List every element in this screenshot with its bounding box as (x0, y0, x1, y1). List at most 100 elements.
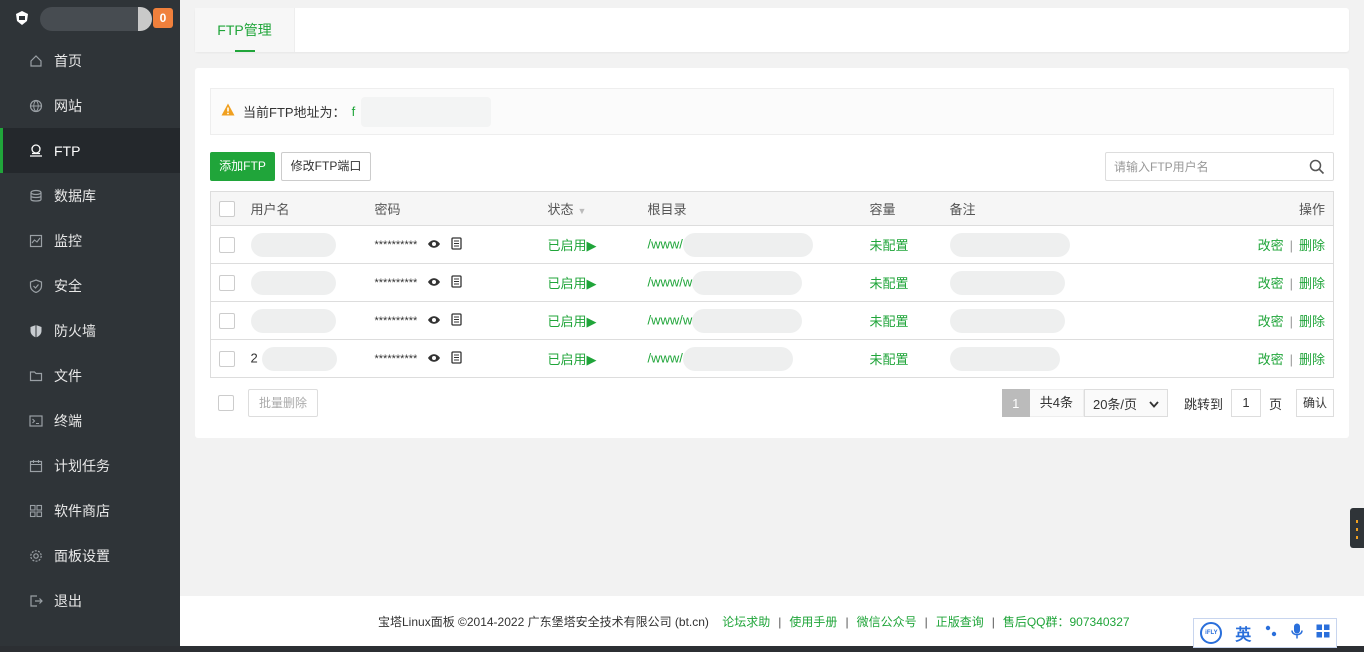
header-status[interactable]: 状态 ▼ (548, 192, 648, 226)
batch-select-checkbox[interactable] (218, 395, 234, 411)
batch-delete-button[interactable]: 批量删除 (248, 389, 318, 417)
sidebar-item-monitor[interactable]: 监控 (0, 218, 180, 263)
manual-link[interactable]: 使用手册 (789, 615, 837, 629)
delete-link[interactable]: 删除 (1299, 352, 1325, 367)
qq-group-link[interactable]: 售后QQ群：907340327 (1003, 615, 1130, 629)
page-size-value: 20条/页 (1092, 396, 1138, 412)
wechat-link[interactable]: 微信公众号 (857, 615, 917, 629)
jump-confirm-button[interactable]: 确认 (1296, 389, 1334, 417)
redacted-user (261, 346, 337, 371)
add-ftp-button[interactable]: 添加FTP (210, 152, 275, 181)
row-status[interactable]: 已启用▶ (548, 302, 648, 340)
row-status[interactable]: 已启用▶ (548, 226, 648, 264)
database-icon (28, 188, 44, 204)
eye-icon[interactable] (427, 313, 441, 328)
sidebar-item-home[interactable]: 首页 (0, 38, 180, 83)
row-checkbox[interactable] (219, 312, 235, 329)
sidebar-item-firewall[interactable]: 防火墙 (0, 308, 180, 353)
page-size-select[interactable]: 20条/页 (1083, 389, 1168, 417)
copy-icon[interactable] (450, 351, 462, 367)
delete-link[interactable]: 删除 (1299, 238, 1325, 253)
home-icon (28, 53, 44, 69)
sidebar-item-logout[interactable]: 退出 (0, 578, 180, 623)
delete-link[interactable]: 删除 (1299, 276, 1325, 291)
microphone-icon[interactable] (1291, 623, 1303, 644)
change-password-link[interactable]: 改密 (1258, 238, 1284, 253)
side-handle[interactable] (1350, 508, 1364, 548)
warning-icon (221, 103, 235, 120)
sidebar-item-label: 首页 (54, 52, 82, 69)
table-row: ********** 已启用▶ /www/w 未配置 改密 | 删除 (210, 301, 1334, 340)
row-checkbox[interactable] (219, 274, 235, 291)
eye-icon[interactable] (427, 237, 441, 252)
row-password: ********** (374, 353, 418, 366)
separator: | (1289, 276, 1293, 291)
row-status[interactable]: 已启用▶ (548, 264, 648, 302)
header-user: 用户名 (250, 202, 290, 217)
header-op: 操作 (1298, 202, 1325, 217)
sidebar-item-files[interactable]: 文件 (0, 353, 180, 398)
sidebar-item-label: 安全 (54, 277, 82, 294)
iflytek-icon[interactable]: iFLY (1200, 622, 1223, 644)
forum-link[interactable]: 论坛求助 (722, 615, 770, 629)
copyright-text: 宝塔Linux面板 ©2014-2022 广东堡塔安全技术有限公司 (bt.cn… (378, 615, 709, 629)
redacted-address (361, 96, 492, 127)
sidebar-item-security[interactable]: 安全 (0, 263, 180, 308)
page-current[interactable]: 1 (1001, 389, 1030, 417)
change-password-link[interactable]: 改密 (1258, 352, 1284, 367)
search-input[interactable] (1106, 153, 1296, 180)
row-checkbox[interactable] (219, 236, 235, 253)
table-row: ********** 已启用▶ /www/w 未配置 改密 | 删除 (210, 263, 1334, 302)
change-password-link[interactable]: 改密 (1258, 314, 1284, 329)
row-path[interactable]: /www/ (648, 236, 683, 251)
eye-icon[interactable] (427, 351, 441, 366)
header-password: 密码 (374, 202, 401, 217)
ime-mode-toggle[interactable]: 英 (1235, 621, 1251, 645)
copy-icon[interactable] (450, 275, 462, 291)
tab-ftp-manage[interactable]: FTP管理 (195, 8, 295, 52)
row-status[interactable]: 已启用▶ (548, 340, 648, 378)
sidebar-item-ftp[interactable]: FTP (0, 128, 180, 173)
change-password-link[interactable]: 改密 (1258, 276, 1284, 291)
row-path[interactable]: /www/ (648, 350, 683, 365)
sidebar-item-cron[interactable]: 计划任务 (0, 443, 180, 488)
jump-page-input[interactable]: 1 (1230, 389, 1261, 417)
separator: | (991, 615, 995, 629)
page-unit: 页 (1268, 396, 1282, 412)
row-size[interactable]: 未配置 (870, 340, 950, 378)
sidebar-item-store[interactable]: 软件商店 (0, 488, 180, 533)
search-icon[interactable] (1309, 159, 1325, 175)
sidebar-item-label: 计划任务 (54, 457, 110, 474)
select-all-checkbox[interactable] (219, 200, 235, 217)
row-size[interactable]: 未配置 (870, 264, 950, 302)
genuine-check-link[interactable]: 正版查询 (936, 615, 984, 629)
redacted-path (692, 270, 803, 295)
row-path[interactable]: /www/w (648, 312, 693, 327)
sidebar-item-website[interactable]: 网站 (0, 83, 180, 128)
row-size[interactable]: 未配置 (870, 226, 950, 264)
eye-icon[interactable] (427, 275, 441, 290)
punctuation-icon[interactable] (1264, 624, 1278, 643)
folder-icon (28, 368, 44, 384)
change-ftp-port-button[interactable]: 修改FTP端口 (281, 152, 371, 181)
redacted-note (949, 346, 1060, 371)
notification-badge[interactable]: 0 (153, 8, 173, 28)
sidebar-header: 0 (0, 0, 180, 38)
grid-menu-icon[interactable] (1316, 624, 1330, 643)
server-name-pill[interactable] (40, 7, 152, 31)
row-checkbox[interactable] (219, 350, 235, 367)
copy-icon[interactable] (450, 237, 462, 253)
table-row: ********** 已启用▶ /www/ 未配置 改密 | 删除 (210, 225, 1334, 264)
sidebar-item-settings[interactable]: 面板设置 (0, 533, 180, 578)
copy-icon[interactable] (450, 313, 462, 329)
redacted-path (692, 308, 803, 333)
row-size[interactable]: 未配置 (870, 302, 950, 340)
sidebar-item-terminal[interactable]: 终端 (0, 398, 180, 443)
separator: | (1289, 238, 1293, 253)
sort-down-icon[interactable]: ▼ (578, 206, 587, 216)
sidebar-item-database[interactable]: 数据库 (0, 173, 180, 218)
delete-link[interactable]: 删除 (1299, 314, 1325, 329)
jump-label: 跳转到 (1183, 396, 1223, 412)
ftp-address: f (351, 104, 356, 119)
row-path[interactable]: /www/w (648, 274, 693, 289)
